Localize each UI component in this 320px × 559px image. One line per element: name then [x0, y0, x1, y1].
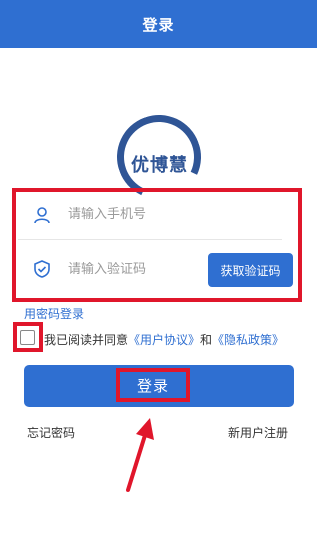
phone-row: [18, 190, 282, 240]
logo-text: 优博慧: [131, 155, 188, 176]
page-title: 登录: [142, 15, 175, 34]
agreement-checkbox[interactable]: [20, 330, 35, 345]
annotation-highlight-login: 登录: [116, 368, 190, 402]
phone-input[interactable]: [68, 207, 208, 222]
password-login-link[interactable]: 用密码登录: [24, 305, 84, 322]
agreement-prefix: 我已阅读并同意: [44, 333, 129, 347]
register-link[interactable]: 新用户注册: [228, 424, 288, 441]
shield-check-icon: [30, 257, 54, 281]
agreement-text: 我已阅读并同意《用户协议》和《隐私政策》: [44, 331, 284, 348]
privacy-policy-link[interactable]: 《隐私政策》: [212, 333, 284, 347]
verification-code-input[interactable]: [68, 261, 208, 277]
user-agreement-link[interactable]: 《用户协议》: [128, 333, 200, 347]
agreement-and: 和: [200, 333, 213, 347]
forgot-password-link[interactable]: 忘记密码: [27, 424, 75, 441]
login-button-label: 登录: [136, 376, 169, 395]
user-icon: [30, 203, 54, 227]
app-header: 登录: [0, 0, 317, 48]
get-code-button[interactable]: 获取验证码: [208, 253, 293, 287]
annotation-arrow-icon: [126, 418, 154, 492]
